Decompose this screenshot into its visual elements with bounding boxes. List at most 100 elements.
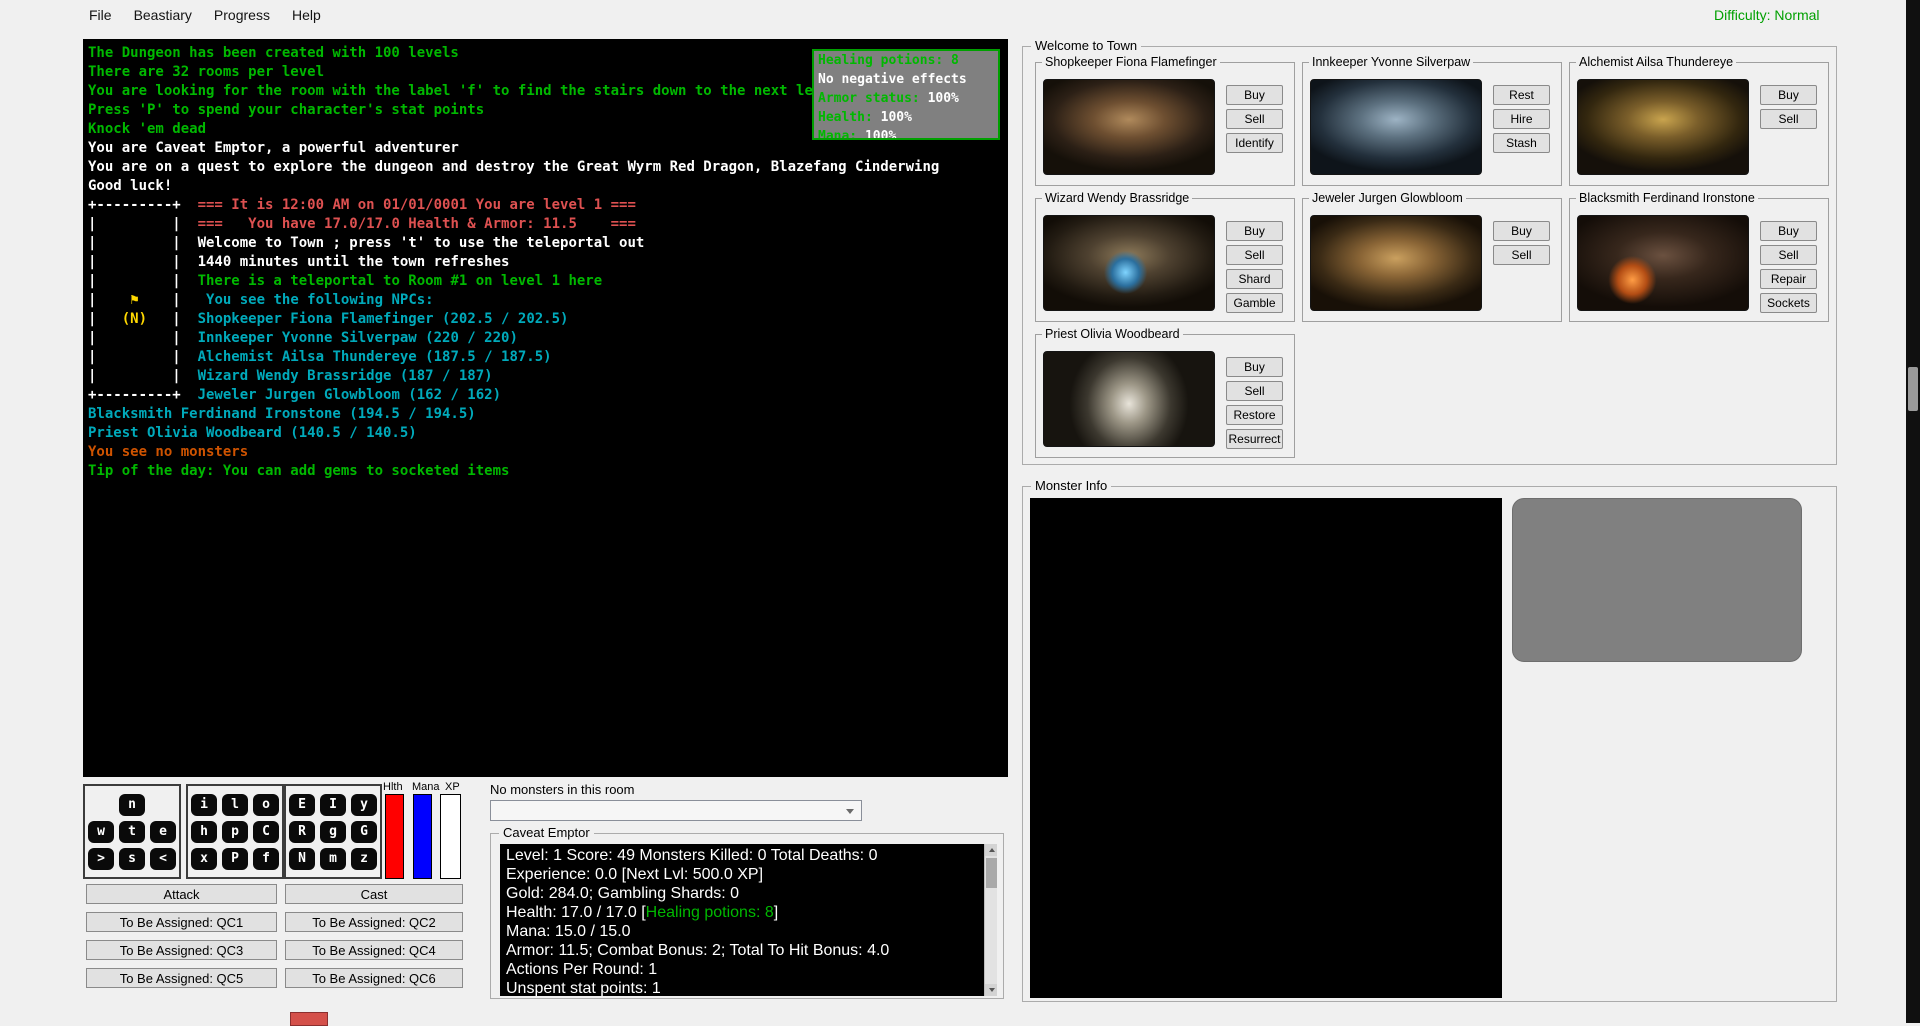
cast-button[interactable]: Cast (285, 884, 463, 904)
hotkey-N[interactable]: N (289, 848, 315, 870)
hotkey-C[interactable]: C (253, 821, 279, 843)
terminal-line: You are Caveat Emptor, a powerful advent… (88, 139, 1008, 158)
difficulty-label: Difficulty: Normal (1714, 7, 1820, 23)
hotkey-y[interactable]: y (351, 794, 377, 816)
npc-wizard-wendy-brassridge-button-gamble[interactable]: Gamble (1226, 293, 1283, 313)
npc-innkeeper-yvonne-silverpaw-button-hire[interactable]: Hire (1493, 109, 1550, 129)
npc-wizard-wendy-brassridge-button-shard[interactable]: Shard (1226, 269, 1283, 289)
monster-dropdown[interactable] (490, 800, 862, 821)
text-segment: Shopkeeper Fiona Flamefinger (202.5 / 20… (198, 311, 569, 327)
hotkey-E[interactable]: E (289, 794, 315, 816)
npc-wizard-wendy-brassridge-button-sell[interactable]: Sell (1226, 245, 1283, 265)
npc-priest-olivia-woodbeard-button-resurrect[interactable]: Resurrect (1226, 429, 1283, 449)
npc-blacksmith-ferdinand-ironstone-button-repair[interactable]: Repair (1760, 269, 1817, 289)
hotkey-t[interactable]: t (119, 821, 145, 843)
health-bar-label: Hlth (383, 781, 403, 793)
npc-priest-olivia-woodbeard-button-buy[interactable]: Buy (1226, 357, 1283, 377)
stats-scrollbar[interactable] (984, 844, 997, 996)
quick-cast-button-4[interactable]: To Be Assigned: QC4 (285, 940, 463, 960)
hotkey-n[interactable]: n (119, 794, 145, 816)
hotkey-w[interactable]: w (88, 821, 114, 843)
hotkey->[interactable]: > (88, 848, 114, 870)
hotkey-o[interactable]: o (253, 794, 279, 816)
hotkey-h[interactable]: h (191, 821, 217, 843)
text-segment: ⚑ (130, 292, 138, 308)
quick-cast-button-1[interactable]: To Be Assigned: QC1 (86, 912, 277, 932)
hotkey-g[interactable]: g (320, 821, 346, 843)
text-segment: There are 32 rooms per level (88, 64, 324, 80)
quick-cast-button-5[interactable]: To Be Assigned: QC5 (86, 968, 277, 988)
monster-info-title: Monster Info (1031, 478, 1111, 493)
hotkey-m[interactable]: m (320, 848, 346, 870)
mana-bar (413, 794, 432, 879)
terminal-line: +---------+ === It is 12:00 AM on 01/01/… (88, 196, 1008, 215)
npc-innkeeper-yvonne-silverpaw-button-stash[interactable]: Stash (1493, 133, 1550, 153)
terminal-output: The Dungeon has been created with 100 le… (83, 39, 1008, 777)
scroll-down-icon[interactable] (985, 984, 997, 996)
hotkey-I[interactable]: I (320, 794, 346, 816)
hotkey-z[interactable]: z (351, 848, 377, 870)
npc-portrait-image (1043, 351, 1215, 447)
hotkey-s[interactable]: s (119, 848, 145, 870)
terminal-line: You are on a quest to explore the dungeo… (88, 158, 1008, 177)
menu-item-progress[interactable]: Progress (203, 2, 281, 28)
attack-button[interactable]: Attack (86, 884, 277, 904)
npc-priest-olivia-woodbeard-button-restore[interactable]: Restore (1226, 405, 1283, 425)
npc-name: Innkeeper Yvonne Silverpaw (1309, 55, 1473, 69)
quick-cast-button-3[interactable]: To Be Assigned: QC3 (86, 940, 277, 960)
stat-line: Health: 17.0 / 17.0 [Healing potions: 8] (506, 904, 979, 923)
hotkey-p[interactable]: p (222, 821, 248, 843)
terminal-line: | | There is a teleportal to Room #1 on … (88, 272, 1008, 291)
text-segment: Press 'P' to spend your character's stat… (88, 102, 484, 118)
hotkey-G[interactable]: G (351, 821, 377, 843)
stats-scrollbar-thumb[interactable] (986, 858, 997, 888)
npc-shopkeeper-fiona-flamefinger-button-buy[interactable]: Buy (1226, 85, 1283, 105)
npc-portrait-image (1577, 79, 1749, 175)
hotkey-f[interactable]: f (253, 848, 279, 870)
text-segment: Healing potions: 8 (818, 53, 959, 68)
chevron-down-icon (846, 809, 854, 814)
text-segment: | | (88, 368, 198, 384)
npc-wizard-wendy-brassridge-button-buy[interactable]: Buy (1226, 221, 1283, 241)
menu-item-file[interactable]: File (78, 2, 123, 28)
npc-blacksmith-ferdinand-ironstone-button-buy[interactable]: Buy (1760, 221, 1817, 241)
quick-cast-button-2[interactable]: To Be Assigned: QC2 (285, 912, 463, 932)
window-scrollbar-thumb[interactable] (1908, 367, 1918, 411)
npc-jeweler-jurgen-glowbloom-button-buy[interactable]: Buy (1493, 221, 1550, 241)
text-segment: (N) (122, 311, 147, 327)
npc-alchemist-ailsa-thundereye-button-buy[interactable]: Buy (1760, 85, 1817, 105)
scroll-up-icon[interactable] (985, 844, 997, 856)
quick-cast-button-6[interactable]: To Be Assigned: QC6 (285, 968, 463, 988)
terminal-line: | (N) | Shopkeeper Fiona Flamefinger (20… (88, 310, 1008, 329)
menu-items: FileBeastiaryProgressHelp (78, 0, 332, 30)
hotkey-e[interactable]: e (150, 821, 176, 843)
npc-innkeeper-yvonne-silverpaw-button-rest[interactable]: Rest (1493, 85, 1550, 105)
terminal-line: Priest Olivia Woodbeard (140.5 / 140.5) (88, 424, 1008, 443)
npc-shopkeeper-fiona-flamefinger-button-identify[interactable]: Identify (1226, 133, 1283, 153)
npc-blacksmith-ferdinand-ironstone-button-sell[interactable]: Sell (1760, 245, 1817, 265)
tooltip-line: Mana: 100% (818, 129, 994, 140)
hotkey-<[interactable]: < (150, 848, 176, 870)
npc-jeweler-jurgen-glowbloom-button-sell[interactable]: Sell (1493, 245, 1550, 265)
npc-shopkeeper-fiona-flamefinger-button-sell[interactable]: Sell (1226, 109, 1283, 129)
npc-name: Jeweler Jurgen Glowbloom (1309, 191, 1466, 205)
text-segment: There is a teleportal to Room #1 on leve… (198, 273, 603, 289)
menu-item-beastiary[interactable]: Beastiary (123, 2, 203, 28)
hotkey-i[interactable]: i (191, 794, 217, 816)
hotkey-x[interactable]: x (191, 848, 217, 870)
npc-priest-olivia-woodbeard-button-sell[interactable]: Sell (1226, 381, 1283, 401)
hotkey-P[interactable]: P (222, 848, 248, 870)
window-scrollbar[interactable] (1906, 0, 1920, 1023)
xp-bar-fill (441, 795, 460, 878)
hotkey-R[interactable]: R (289, 821, 315, 843)
menu-item-help[interactable]: Help (281, 2, 332, 28)
tooltip-line: Health: 100% (818, 110, 994, 129)
npc-blacksmith-ferdinand-ironstone-button-sockets[interactable]: Sockets (1760, 293, 1817, 313)
terminal-line: Blacksmith Ferdinand Ironstone (194.5 / … (88, 405, 1008, 424)
text-segment: Blacksmith Ferdinand Ironstone (194.5 / … (88, 406, 476, 422)
text-segment: The Dungeon has been created with 100 le… (88, 45, 459, 61)
text-segment: ] (774, 904, 778, 921)
stat-line: Actions Per Round: 1 (506, 961, 979, 980)
hotkey-l[interactable]: l (222, 794, 248, 816)
npc-alchemist-ailsa-thundereye-button-sell[interactable]: Sell (1760, 109, 1817, 129)
